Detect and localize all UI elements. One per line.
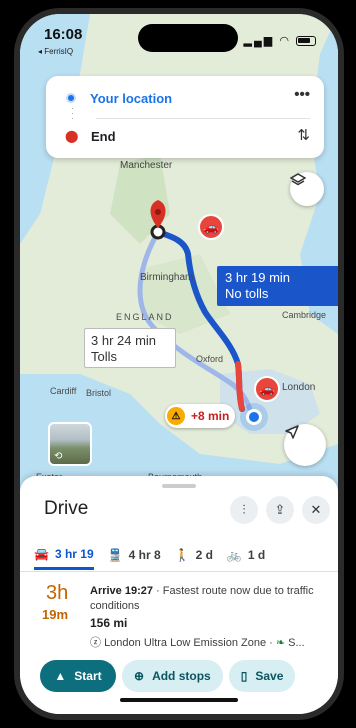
origin-dot-icon	[66, 93, 76, 103]
status-bar: 16:08 ◂ FerrisIQ ▂▄▆ ◠	[20, 14, 338, 64]
dynamic-island	[138, 24, 238, 52]
screen: Manchester Birmingham ENGLAND Cambridge …	[20, 14, 338, 714]
signal-icon: ▂▄▆	[243, 35, 275, 47]
battery-icon	[296, 36, 316, 47]
arrival-time: Arrive 19:27	[90, 585, 153, 597]
status-icons: ▂▄▆ ◠	[244, 34, 316, 47]
route-note: Tolls	[91, 349, 118, 364]
add-stops-button[interactable]: ⊕ Add stops	[122, 660, 223, 692]
zone-note: ⓩ London Ultra Low Emission Zone · ❧ S..…	[90, 634, 330, 650]
route-note: No tolls	[225, 286, 269, 301]
bike-icon: 🚲	[226, 548, 242, 562]
clock: 16:08	[44, 26, 83, 43]
home-indicator[interactable]	[120, 698, 238, 702]
bottom-sheet: Drive ⫶ ⇪ ✕ 🚘 3 hr 19 🚆 4 hr 8 🚶 2 d �	[20, 476, 338, 714]
place-label: Oxford	[196, 354, 224, 364]
zone-more-text: S...	[288, 637, 305, 649]
action-buttons: ▲ Start ⊕ Add stops ▯ Save	[40, 660, 296, 692]
navigation-arrow-icon	[285, 425, 299, 439]
location-pin-icon: ⬤	[65, 129, 79, 143]
swap-icon[interactable]: ⇅	[297, 126, 310, 144]
wifi-icon: ◠	[279, 35, 291, 47]
back-to-app-link[interactable]: ◂ FerrisIQ	[38, 47, 73, 56]
delay-text: +8 min	[191, 409, 230, 423]
current-location-dot	[246, 409, 262, 425]
origin-text: Your location	[90, 90, 173, 106]
origin-field[interactable]: Your location	[46, 78, 324, 118]
place-label: Manchester	[120, 160, 173, 171]
zone-icon: ⓩ	[90, 637, 101, 649]
sliders-icon: ⫶	[242, 502, 246, 517]
zone-text: London Ultra Low Emission Zone ·	[104, 637, 276, 649]
save-button[interactable]: ▯ Save	[228, 660, 296, 692]
button-label: Start	[74, 669, 102, 683]
layers-button[interactable]	[290, 172, 324, 206]
route-label-alt[interactable]: 3 hr 24 min Tolls	[84, 328, 176, 368]
place-label: Cardiff	[50, 386, 77, 396]
tab-label: 4 hr 8	[128, 548, 161, 562]
traffic-segment	[235, 361, 245, 412]
button-label: Save	[255, 669, 284, 683]
sheet-handle[interactable]	[162, 484, 196, 488]
leaf-icon: ❧	[275, 637, 286, 649]
close-button[interactable]: ✕	[302, 496, 330, 524]
recenter-button[interactable]	[284, 424, 326, 466]
bookmark-icon: ▯	[240, 669, 248, 683]
car-repair-icon[interactable]: 🚗	[254, 376, 280, 402]
place-label: Cambridge	[282, 310, 327, 320]
navigation-icon: ▲	[54, 669, 67, 683]
tab-walk[interactable]: 🚶 2 d	[175, 540, 213, 570]
phone-frame: Manchester Birmingham ENGLAND Cambridge …	[14, 8, 344, 720]
street-view-thumbnail[interactable]: ⟲	[48, 422, 92, 466]
sheet-title: Drive	[44, 498, 89, 519]
travel-mode-tabs: 🚘 3 hr 19 🚆 4 hr 8 🚶 2 d 🚲 1 d	[20, 540, 338, 572]
tab-transit[interactable]: 🚆 4 hr 8	[108, 540, 161, 570]
tab-bike[interactable]: 🚲 1 d	[227, 540, 265, 570]
tab-drive[interactable]: 🚘 3 hr 19	[34, 540, 94, 570]
destination-field[interactable]: ⬤ End	[46, 116, 324, 156]
street-view-icon: ⟲	[54, 451, 63, 462]
duration-hours: 3h	[46, 582, 69, 604]
train-icon: 🚆	[107, 548, 123, 562]
car-icon: 🚘	[34, 546, 49, 561]
route-time: 3 hr 19 min	[225, 270, 291, 285]
tab-label: 3 hr 19	[54, 546, 94, 561]
place-label: London	[282, 382, 316, 393]
tab-label: 2 d	[195, 548, 213, 562]
destination-text: End	[91, 128, 116, 144]
roadworks-icon: ⚠	[167, 407, 185, 425]
directions-card: Your location · · · ⬤ End ••• ⇅	[46, 76, 324, 158]
more-options-icon[interactable]: •••	[294, 86, 310, 103]
car-repair-icon[interactable]: 🚗	[198, 214, 224, 240]
place-label: Bristol	[86, 388, 112, 398]
walk-icon: 🚶	[174, 548, 190, 562]
start-button[interactable]: ▲ Start	[40, 660, 116, 692]
options-button[interactable]: ⫶	[230, 496, 258, 524]
duration-minutes: 19m	[42, 607, 69, 622]
route-time: 3 hr 24 min	[91, 333, 157, 348]
add-location-icon: ⊕	[134, 669, 145, 683]
place-label: Birmingham	[140, 272, 194, 283]
share-button[interactable]: ⇪	[266, 496, 294, 524]
place-label: ENGLAND	[116, 312, 174, 322]
route-label-primary[interactable]: 3 hr 19 min No tolls	[217, 266, 338, 306]
share-icon: ⇪	[274, 502, 286, 517]
close-icon: ✕	[310, 502, 322, 517]
button-label: Add stops	[152, 669, 211, 683]
tab-label: 1 d	[247, 548, 266, 562]
route-summary[interactable]: Arrive 19:27 · Fastest route now due to …	[90, 584, 326, 614]
layers-icon	[290, 173, 306, 186]
route-distance: 156 mi	[90, 616, 128, 630]
traffic-delay-badge[interactable]: ⚠ +8 min	[165, 404, 236, 428]
